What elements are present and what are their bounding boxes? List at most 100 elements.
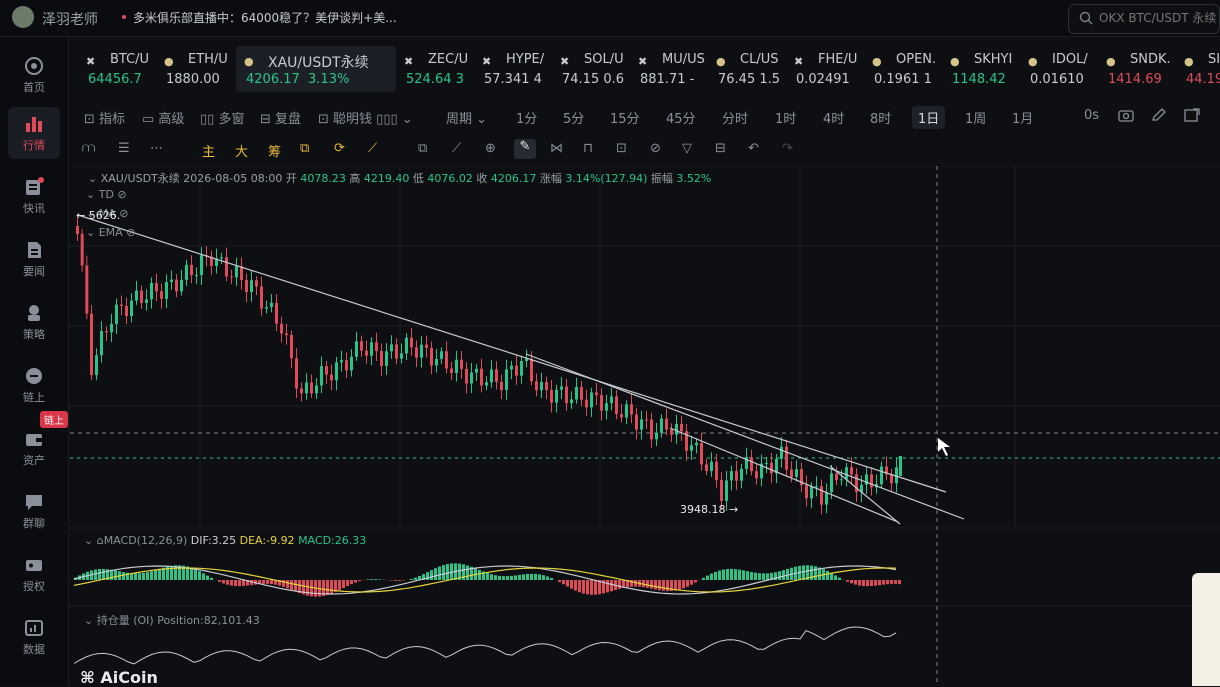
period-dropdown[interactable]: 周期 ⌄ <box>446 108 487 127</box>
sidebar-item-strategy[interactable]: 策略 <box>8 296 60 348</box>
username[interactable]: 泽羽老师 <box>42 9 98 29</box>
ticker-open[interactable]: ● OPEN. 0.1961 1 <box>864 46 942 92</box>
timeframe-45m[interactable]: 45分 <box>666 108 696 127</box>
smart-money-button[interactable]: ⊡ 聪明钱 ▯▯▯ ⌄ <box>318 108 413 127</box>
advanced-button[interactable]: ▭ 高级 <box>142 108 184 127</box>
note-icon[interactable]: ⊡ <box>616 141 627 156</box>
timeframe-1m[interactable]: 1分 <box>516 108 537 127</box>
ticker-sndk[interactable]: ● SNDK. 1414.69 <box>1098 46 1176 92</box>
measure-icon[interactable]: ⟋ <box>452 141 461 156</box>
close-icon[interactable]: ✖ <box>560 55 569 68</box>
ticker-mu[interactable]: ✖ MU/US 881.71 - <box>630 46 708 92</box>
close-icon[interactable]: ✖ <box>482 55 491 68</box>
main-chart-button[interactable]: 主 <box>202 141 215 160</box>
trash-icon[interactable]: ⊟ <box>715 141 726 156</box>
search-icon <box>1079 11 1093 25</box>
avatar[interactable] <box>12 6 34 28</box>
magnet-icon[interactable]: ⊘ <box>650 141 661 156</box>
search-input[interactable] <box>1099 11 1217 25</box>
sidebar-item-onchain[interactable]: 链上 <box>8 359 60 411</box>
undo-icon[interactable]: ↶ <box>748 141 759 156</box>
ruler-icon[interactable]: ⩋ <box>82 141 95 156</box>
timeframe-1mo[interactable]: 1月 <box>1012 108 1033 127</box>
sidebar-item-assets[interactable]: 资产 <box>8 422 60 474</box>
macd-bar <box>730 569 733 580</box>
candle-body <box>610 396 613 403</box>
brush-icon[interactable]: ✎ <box>514 139 536 159</box>
ticker-price: 57.341 4 <box>484 72 542 87</box>
sync-icon[interactable]: ⟳ <box>334 141 345 156</box>
draw-icon[interactable]: ⧉ <box>300 141 309 156</box>
candle-body <box>890 474 893 483</box>
sidebar-item-headlines[interactable]: 要闻 <box>8 233 60 285</box>
multi-window-button[interactable]: ▯▯ 多窗 <box>200 108 244 127</box>
timeframe-tick[interactable]: 分时 <box>722 108 748 127</box>
timeframe-15m[interactable]: 15分 <box>610 108 640 127</box>
close-icon[interactable]: ✖ <box>404 55 413 68</box>
sidebar-item-home[interactable]: 首页 <box>8 49 60 101</box>
timeframe-1w[interactable]: 1周 <box>965 108 986 127</box>
timeframe-1h[interactable]: 1时 <box>775 108 796 127</box>
candle-body <box>770 463 773 474</box>
candle-body <box>805 485 808 498</box>
ticker-cl[interactable]: ● CL/US 76.45 1.5 <box>708 46 786 92</box>
sidebar-item-market[interactable]: 行情 <box>8 107 60 159</box>
candle-body <box>600 395 603 411</box>
price-chart[interactable] <box>70 166 1220 686</box>
copy-icon[interactable]: ⧉ <box>418 141 427 156</box>
popout-icon[interactable] <box>1184 108 1200 122</box>
macd-bar <box>94 569 97 580</box>
chip-button[interactable]: 筹 <box>268 141 281 160</box>
sidebar-item-flash[interactable]: 快讯 <box>8 170 60 222</box>
eye-off-icon: ⊘ <box>119 207 128 220</box>
search-box[interactable] <box>1068 4 1220 34</box>
timeframe-4h[interactable]: 4时 <box>823 108 844 127</box>
edit-icon[interactable] <box>1151 108 1167 122</box>
lock-icon[interactable]: ⊓ <box>583 141 593 156</box>
candle-body <box>125 306 128 316</box>
indicator-ema[interactable]: ⌄ EMA ⊘ <box>86 226 135 239</box>
sidebar-item-groupchat[interactable]: 群聊 <box>8 485 60 537</box>
ticker-idol[interactable]: ● IDOL/ 0.01610 <box>1020 46 1098 92</box>
ticker-btc[interactable]: ✖ BTC/U 64456.7 <box>78 46 156 92</box>
sidebar-item-authorize[interactable]: 授权 <box>8 548 60 600</box>
ticker-zec[interactable]: ✖ ZEC/U 524.64 3 <box>396 46 474 92</box>
indicators-button[interactable]: ⊡ 指标 <box>84 108 125 127</box>
candle-body <box>475 369 478 373</box>
big-button[interactable]: 大 <box>235 141 248 160</box>
candle-body <box>250 280 253 292</box>
ticker-eth[interactable]: ● ETH/U 1880.00 <box>156 46 236 92</box>
macd-bar <box>486 573 489 580</box>
close-icon[interactable]: ✖ <box>86 55 95 68</box>
trendline-2 <box>526 354 964 519</box>
ticker-fhe[interactable]: ✖ FHE/U 0.02491 <box>786 46 864 92</box>
candle-body <box>465 369 468 384</box>
macd-bar <box>226 580 229 585</box>
ticker-sol[interactable]: ✖ SOL/U 74.15 0.6 <box>552 46 630 92</box>
pen-icon[interactable]: ⟋ <box>368 141 377 156</box>
close-icon[interactable]: ✖ <box>638 55 647 68</box>
sidebar-item-data[interactable]: 数据 <box>8 611 60 663</box>
timeframe-1d[interactable]: 1日 <box>912 106 945 129</box>
filter-icon[interactable]: ▽ <box>682 141 692 156</box>
indicator-td[interactable]: ⌄ TD ⊘ <box>86 188 127 201</box>
side-widget[interactable] <box>1192 573 1220 686</box>
macd-bar <box>330 580 333 594</box>
candle-body <box>380 351 383 366</box>
close-icon[interactable]: ✖ <box>794 55 803 68</box>
pattern-icon[interactable]: ⋈ <box>550 141 563 156</box>
timeframe-8h[interactable]: 8时 <box>870 108 891 127</box>
timeframe-5m[interactable]: 5分 <box>563 108 584 127</box>
zoom-icon[interactable]: ⊕ <box>485 141 496 156</box>
news-ticker[interactable]: 多米俱乐部直播中：64000稳了？美伊谈判+美... <box>133 9 397 26</box>
replay-button[interactable]: ⊟ 复盘 <box>260 108 301 127</box>
candle-body <box>715 462 718 480</box>
ticker-hype[interactable]: ✖ HYPE/ 57.341 4 <box>474 46 552 92</box>
more-icon[interactable]: ⋯ <box>150 141 163 156</box>
ticker-skhyi[interactable]: ● SKHYI 1148.42 <box>942 46 1020 92</box>
ticker-xau[interactable]: ● XAU/USDT永续 4206.17 3.13% <box>236 46 396 92</box>
redo-icon[interactable]: ↷ <box>782 141 793 156</box>
menu-icon[interactable]: ☰ <box>118 141 130 156</box>
camera-icon[interactable] <box>1118 108 1134 122</box>
ticker-si[interactable]: ● SI 44.19 <box>1176 46 1220 92</box>
